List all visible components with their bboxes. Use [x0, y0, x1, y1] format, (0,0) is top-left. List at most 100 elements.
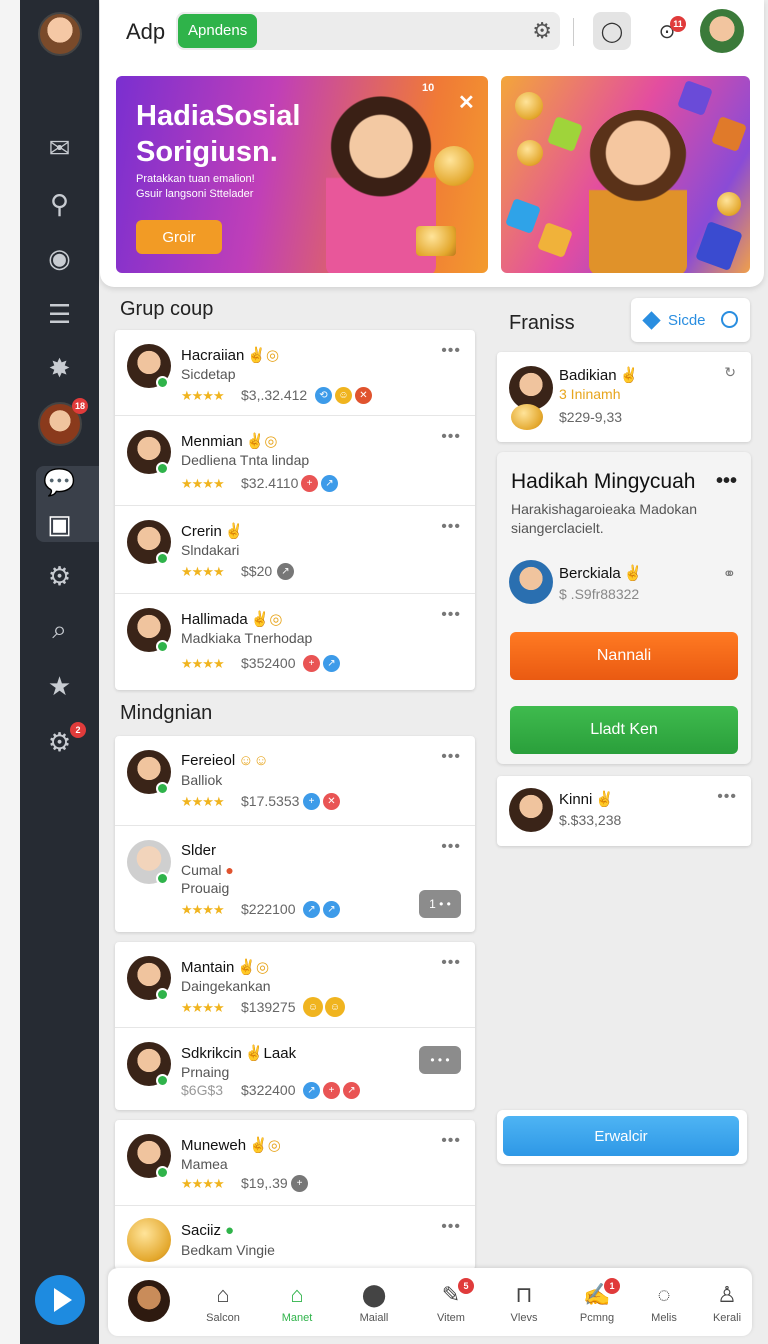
- rating-stars: ★★★★: [181, 388, 225, 403]
- contact-sub-2: $6G$3: [181, 1082, 224, 1098]
- gift-banner[interactable]: [501, 76, 750, 273]
- nav-item-vlevs[interactable]: ⊓ Vlevs: [487, 1268, 561, 1336]
- more-icon[interactable]: •••: [441, 838, 461, 856]
- mingdnian-card-3: Muneweh ✌◎ Mamea ★★★★ $19,.39 + ••• Sacii…: [115, 1120, 475, 1270]
- wifi-icon[interactable]: ◉: [20, 232, 99, 284]
- more-button[interactable]: • • •: [419, 1046, 461, 1074]
- list-item[interactable]: Hallimada ✌◎ Madkiaka Tnerhodap ★★★★ $352…: [115, 594, 475, 690]
- primary-orange-button[interactable]: Nannali: [510, 632, 738, 680]
- more-icon[interactable]: •••: [441, 1218, 461, 1236]
- pin-icon[interactable]: ⚲: [20, 178, 99, 230]
- online-badge: [156, 782, 169, 795]
- plus-chip-icon[interactable]: ↗: [343, 1082, 360, 1099]
- list-item[interactable]: Muneweh ✌◎ Mamea ★★★★ $19,.39 + •••: [115, 1120, 475, 1206]
- share-chip-icon[interactable]: ↗: [323, 901, 340, 918]
- nav-item-manet[interactable]: ⌂ Manet: [260, 1268, 334, 1336]
- list-item[interactable]: Fereieol ☺☺ Balliok ★★★★ $17.5353 + ✕ •••: [115, 736, 475, 826]
- more-icon[interactable]: •••: [441, 1132, 461, 1150]
- nav-item-pcmng[interactable]: ✍ 1 Pcmng: [560, 1268, 634, 1336]
- link-icon[interactable]: ⚭: [723, 564, 737, 584]
- primary-green-button[interactable]: Lladt Ken: [510, 706, 738, 754]
- nav-avatar[interactable]: [128, 1280, 170, 1322]
- list-item[interactable]: Crerin ✌ Slndakari ★★★★ $$20 ↗ •••: [115, 506, 475, 594]
- pin-icon: ⬤: [361, 1282, 387, 1307]
- more-icon[interactable]: •••: [716, 470, 737, 493]
- blue-action-button[interactable]: Erwalcir: [503, 1116, 739, 1156]
- contact-sub: Prnaing: [181, 1064, 230, 1080]
- nav-item-kerali[interactable]: ♙ Kerali: [690, 1268, 764, 1336]
- more-icon[interactable]: •••: [441, 748, 461, 766]
- close-chip-icon[interactable]: ✕: [355, 387, 372, 404]
- share-chip-icon[interactable]: ↗: [321, 475, 338, 492]
- boy-illustration: [589, 110, 687, 273]
- contact-name: Hallimada ✌◎: [181, 610, 282, 628]
- gear-icon[interactable]: ⚙: [532, 18, 552, 44]
- list-item[interactable]: Sdkrikcin ✌Laak Prnaing $6G$3 $322400 ↗ +…: [115, 1028, 475, 1110]
- name-text: Hacraiian: [181, 347, 245, 364]
- share-chip-icon[interactable]: ⟲: [315, 387, 332, 404]
- search-input[interactable]: Apndens ⚙: [176, 12, 560, 50]
- list-item[interactable]: Menmian ✌◎ Dedliena Tnta lindap ★★★★ $32.…: [115, 416, 475, 506]
- user-avatar[interactable]: [700, 9, 744, 53]
- share-chip-icon[interactable]: ↗: [303, 1082, 320, 1099]
- settings-icon[interactable]: ⚙: [20, 716, 99, 768]
- plus-chip-icon[interactable]: +: [303, 793, 320, 810]
- star-icon[interactable]: ★: [20, 660, 99, 712]
- more-icon[interactable]: •••: [441, 606, 461, 624]
- layers-icon[interactable]: ▣: [20, 498, 99, 550]
- emoji-chip-icon[interactable]: ☺: [325, 997, 345, 1017]
- contact-sub: Slndakari: [181, 542, 240, 558]
- more-icon[interactable]: •••: [441, 954, 461, 972]
- home-icon: ⌂: [216, 1282, 230, 1307]
- list-item[interactable]: Slder Cumal ● Prouaig ★★★★ $222100 ↗ ↗ •…: [115, 826, 475, 932]
- close-chip-icon[interactable]: ✕: [323, 793, 340, 810]
- user-icon: ♙: [717, 1282, 737, 1307]
- rating-stars: ★★★★: [181, 794, 225, 809]
- mail-icon[interactable]: ✉: [20, 122, 99, 174]
- arrow-chip-icon[interactable]: ↗: [277, 563, 294, 580]
- side-button[interactable]: Sicde: [631, 298, 750, 342]
- contact-name: Mantain ✌◎: [181, 958, 269, 976]
- share-chip-icon[interactable]: ↗: [323, 655, 340, 672]
- nav-label: Salcon: [206, 1312, 240, 1324]
- avatar: [509, 560, 553, 604]
- plus-chip-icon[interactable]: +: [291, 1175, 308, 1192]
- list-icon[interactable]: ☰: [20, 288, 99, 340]
- contact-card[interactable]: Badikian ✌ 3 Ininamh $229-9,33 ↻: [497, 352, 751, 442]
- online-badge: [156, 462, 169, 475]
- nav-item-salcon[interactable]: ⌂ Salcon: [186, 1268, 260, 1336]
- banner-cta-button[interactable]: Groir: [136, 220, 222, 254]
- more-icon[interactable]: •••: [441, 518, 461, 536]
- contact-card[interactable]: Kinni ✌ $.$33,238 •••: [497, 776, 751, 846]
- search-tag[interactable]: Apndens: [178, 14, 258, 48]
- emoji-chip-icon[interactable]: ☺: [335, 387, 352, 404]
- nav-item-maiall[interactable]: ⬤ Maiall: [337, 1268, 411, 1336]
- name-text: Kinni: [559, 791, 593, 808]
- profile-avatar[interactable]: [38, 12, 82, 56]
- chat-bubble-button[interactable]: ◯: [593, 12, 631, 50]
- share-chip-icon[interactable]: ↗: [303, 901, 320, 918]
- more-button[interactable]: 1 • •: [419, 890, 461, 918]
- emoji-icon: ✌◎: [247, 347, 280, 364]
- more-icon[interactable]: •••: [441, 342, 461, 360]
- plus-chip-icon[interactable]: +: [323, 1082, 340, 1099]
- list-item[interactable]: Mantain ✌◎ Daingekankan ★★★★ $139275 ☺ ☺ …: [115, 942, 475, 1028]
- rating-stars: ★★★★: [181, 656, 225, 671]
- list-item[interactable]: Saciiz ● Bedkam Vingie •••: [115, 1206, 475, 1270]
- emoji-chip-icon[interactable]: ☺: [303, 997, 323, 1017]
- section-title-mingdnian: Mindgnian: [120, 702, 213, 724]
- plus-chip-icon[interactable]: +: [301, 475, 318, 492]
- link-icon[interactable]: ↻: [724, 364, 737, 381]
- more-icon[interactable]: •••: [717, 788, 737, 806]
- gear-icon[interactable]: ⚙: [20, 550, 99, 602]
- search-icon[interactable]: ⌕: [20, 604, 99, 656]
- promo-banner[interactable]: HadiaSosial Sorigiusn. Pratakkan tuan em…: [116, 76, 488, 273]
- close-icon[interactable]: ✕: [458, 90, 475, 115]
- badge-star-icon[interactable]: ✸: [20, 342, 99, 394]
- list-item[interactable]: Hacraiian ✌◎ Sicdetap ★★★★ $3,.32.412 ⟲ ☺…: [115, 330, 475, 416]
- amount: $322400: [241, 1082, 296, 1098]
- more-icon[interactable]: •••: [441, 428, 461, 446]
- plus-chip-icon[interactable]: +: [303, 655, 320, 672]
- nav-item-vitem[interactable]: ✎ 5 Vitem: [414, 1268, 488, 1336]
- play-button[interactable]: [35, 1275, 85, 1325]
